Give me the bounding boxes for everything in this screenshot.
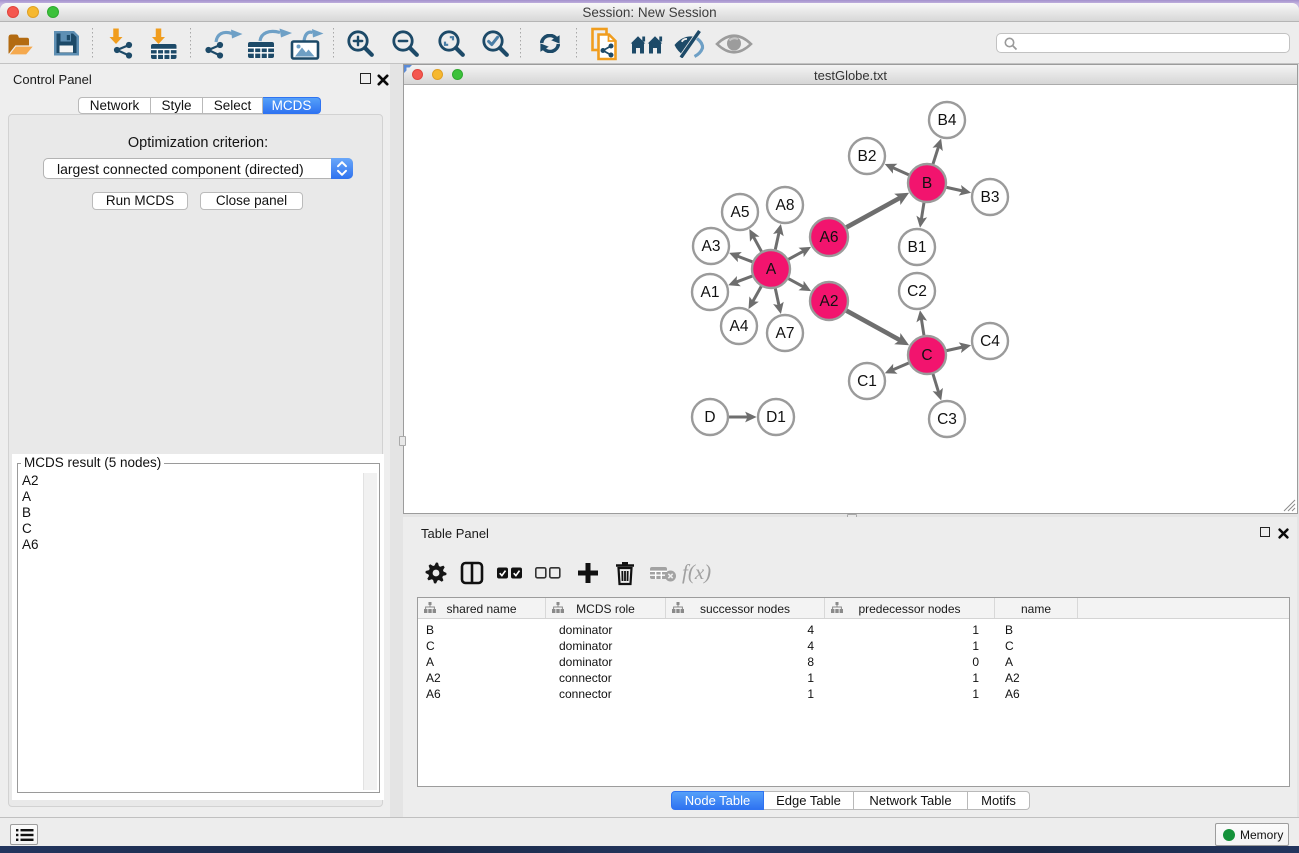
svg-text:B: B	[922, 175, 932, 192]
svg-text:B2: B2	[858, 148, 877, 165]
svg-text:D1: D1	[766, 409, 786, 426]
svg-text:D: D	[704, 409, 715, 426]
svg-text:B3: B3	[981, 189, 1000, 206]
svg-text:A5: A5	[731, 204, 750, 221]
svg-text:A6: A6	[820, 229, 839, 246]
svg-text:f(x): f(x)	[682, 560, 711, 584]
svg-text:A4: A4	[730, 318, 749, 335]
svg-text:A3: A3	[702, 238, 721, 255]
svg-text:C4: C4	[980, 333, 1000, 350]
svg-text:A: A	[766, 261, 777, 278]
svg-text:A2: A2	[820, 293, 839, 310]
svg-text:C: C	[921, 347, 932, 364]
svg-text:B4: B4	[938, 112, 957, 129]
svg-text:C1: C1	[857, 373, 877, 390]
svg-text:C3: C3	[937, 411, 957, 428]
svg-text:A8: A8	[776, 197, 795, 214]
svg-text:C2: C2	[907, 283, 927, 300]
svg-text:A7: A7	[776, 325, 795, 342]
svg-text:B1: B1	[908, 239, 927, 256]
svg-text:A1: A1	[701, 284, 720, 301]
